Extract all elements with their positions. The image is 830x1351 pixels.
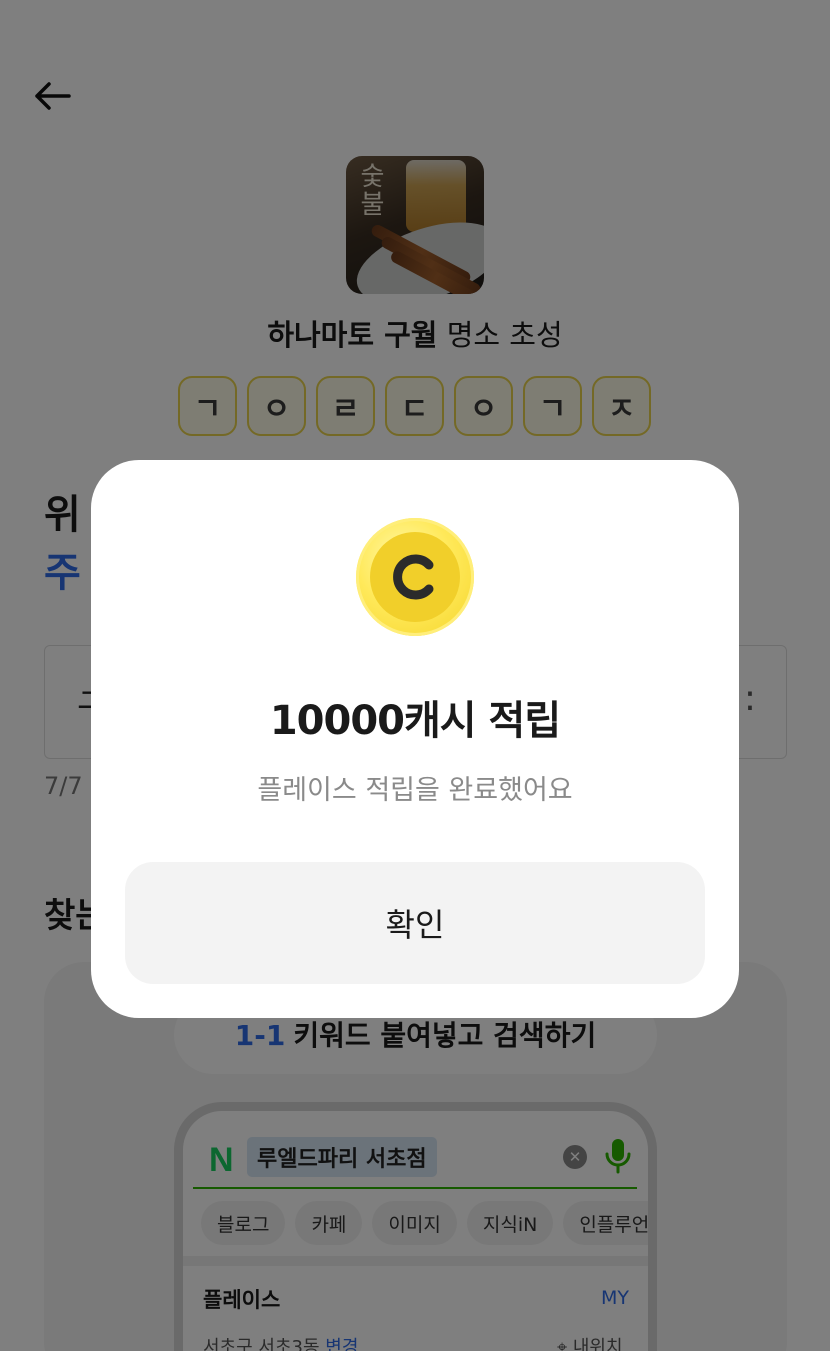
reward-modal: 10000캐시 적립 플레이스 적립을 완료했어요 확인: [91, 460, 739, 1018]
confirm-button[interactable]: 확인: [125, 862, 705, 984]
modal-message: 플레이스 적립을 완료했어요: [257, 775, 573, 806]
coin-face: [370, 532, 460, 622]
cash-coin-icon: [356, 518, 474, 636]
coin-c-glyph: [393, 554, 434, 600]
modal-title: 10000캐시 적립: [269, 698, 561, 744]
